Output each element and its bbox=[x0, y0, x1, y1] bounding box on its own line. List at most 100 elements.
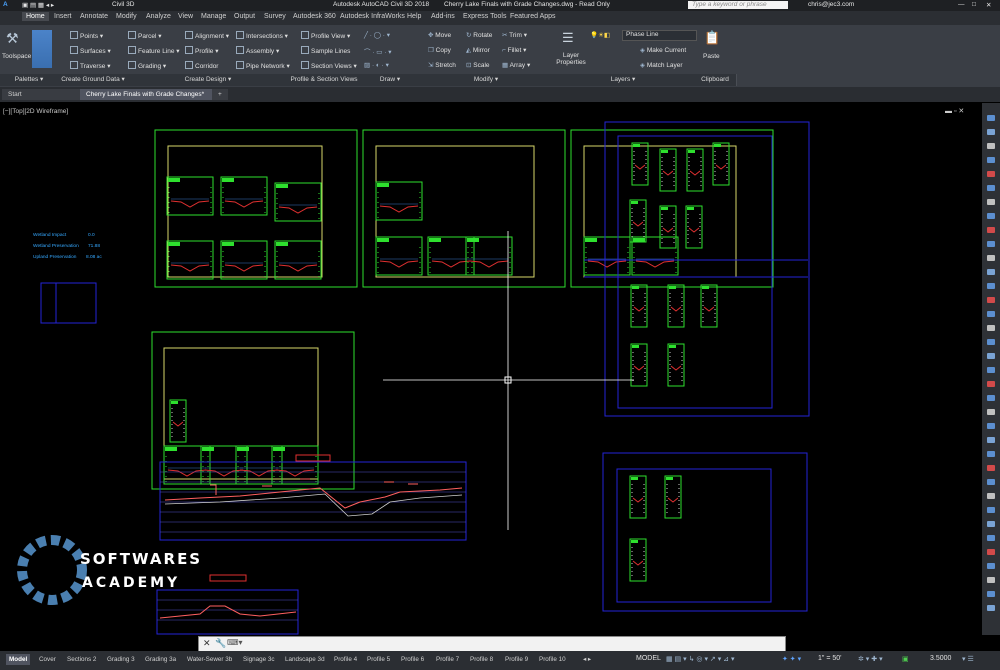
layout-tab-profile-5[interactable]: Profile 5 bbox=[364, 654, 393, 665]
tab-view[interactable]: View bbox=[178, 13, 193, 20]
sheet-frame-1[interactable] bbox=[154, 129, 358, 288]
tool-icon-27[interactable] bbox=[987, 479, 995, 485]
layout-tab-model[interactable]: Model bbox=[6, 654, 31, 665]
tab-analyze[interactable]: Analyze bbox=[146, 13, 171, 20]
quick-access-toolbar[interactable]: ▣ ▤ ▦ ◂ ▸ bbox=[22, 1, 54, 9]
copy-button[interactable]: ❐ Copy bbox=[428, 46, 451, 54]
tool-icon-11[interactable] bbox=[987, 255, 995, 261]
draw-hatch-icon[interactable]: ▨ · ◐ · ▾ bbox=[364, 61, 389, 69]
layer-properties-button[interactable]: Layer Properties bbox=[556, 52, 586, 66]
tab-home[interactable]: Home bbox=[22, 12, 49, 21]
tab-drawing[interactable]: Cherry Lake Finals with Grade Changes* bbox=[80, 89, 214, 100]
tab-featured-apps[interactable]: Featured Apps bbox=[510, 13, 556, 20]
close-icon[interactable]: ✕ bbox=[203, 638, 211, 649]
stretch-button[interactable]: ⇲ Stretch bbox=[428, 61, 456, 69]
tab-autodesk-360[interactable]: Autodesk 360 bbox=[293, 13, 336, 20]
tool-icon-33[interactable] bbox=[987, 563, 995, 569]
alignment-button[interactable]: Alignment ▾ bbox=[185, 31, 229, 40]
tool-icon-29[interactable] bbox=[987, 507, 995, 513]
grading-button[interactable]: Grading ▾ bbox=[128, 61, 166, 70]
fillet-button[interactable]: ⌐ Fillet ▾ bbox=[502, 46, 526, 54]
layout-tab-grading-3[interactable]: Grading 3 bbox=[104, 654, 138, 665]
annotation-scale[interactable]: 1" = 50' bbox=[818, 655, 841, 662]
points-button[interactable]: Points ▾ bbox=[70, 31, 103, 40]
tool-icon-34[interactable] bbox=[987, 577, 995, 583]
tool-icon-21[interactable] bbox=[987, 395, 995, 401]
tool-icon-1[interactable] bbox=[987, 115, 995, 121]
sample-lines-button[interactable]: Sample Lines bbox=[301, 46, 350, 55]
tool-icon-10[interactable] bbox=[987, 241, 995, 247]
panel-palettes[interactable]: Palettes ▾ bbox=[0, 74, 59, 86]
layout-tab-sections-2[interactable]: Sections 2 bbox=[64, 654, 99, 665]
scale-button[interactable]: ⊡ Scale bbox=[466, 61, 490, 69]
isolate-icon[interactable]: ▣ bbox=[902, 655, 909, 663]
profile-view-button[interactable]: Profile View ▾ bbox=[301, 31, 350, 40]
minimize-button[interactable]: — bbox=[958, 1, 965, 8]
rotate-button[interactable]: ↻ Rotate bbox=[466, 31, 492, 39]
profile-button[interactable]: Profile ▾ bbox=[185, 46, 219, 55]
corridor-button[interactable]: Corridor bbox=[185, 61, 218, 70]
tab-annotate[interactable]: Annotate bbox=[80, 13, 108, 20]
layout-tab-cover[interactable]: Cover bbox=[36, 654, 59, 665]
draw-line-icon[interactable]: ╱ · ◯ · ▾ bbox=[364, 31, 390, 39]
viewport-controls[interactable]: [−][Top][2D Wireframe] bbox=[3, 108, 68, 115]
customize-icons[interactable]: ▾ ☰ bbox=[962, 655, 974, 663]
layer-state-icons[interactable]: 💡☀◧ bbox=[590, 31, 610, 39]
layout-tab-signage-3c[interactable]: Signage 3c bbox=[240, 654, 278, 665]
tool-icon-23[interactable] bbox=[987, 423, 995, 429]
grid-snap-icons[interactable]: ▦ ▤ ▾ ↳ ◎ ▾ ↗ ▾ ⊿ ▾ bbox=[666, 655, 735, 663]
layout-tab-profile-9[interactable]: Profile 9 bbox=[502, 654, 531, 665]
tool-icon-2[interactable] bbox=[987, 129, 995, 135]
panel-draw[interactable]: Draw ▾ bbox=[360, 74, 421, 86]
tool-icon-20[interactable] bbox=[987, 381, 995, 387]
array-button[interactable]: ▦ Array ▾ bbox=[502, 61, 530, 69]
match-layer-button[interactable]: ◈ Match Layer bbox=[640, 61, 683, 69]
tool-icon-36[interactable] bbox=[987, 605, 995, 611]
viewport-window-controls[interactable]: ▬ ▫ ✕ bbox=[945, 107, 964, 115]
tool-icon-16[interactable] bbox=[987, 325, 995, 331]
layout-tab-landscape-3d[interactable]: Landscape 3d bbox=[282, 654, 328, 665]
close-button[interactable]: ✕ bbox=[986, 1, 991, 9]
parcel-button[interactable]: Parcel ▾ bbox=[128, 31, 162, 40]
tool-icon-25[interactable] bbox=[987, 451, 995, 457]
search-input[interactable]: Type a keyword or phrase bbox=[688, 1, 788, 9]
tab-express-tools[interactable]: Express Tools bbox=[463, 13, 506, 20]
mirror-button[interactable]: ◭ Mirror bbox=[466, 46, 490, 54]
feature-line-button[interactable]: Feature Line ▾ bbox=[128, 46, 180, 55]
sheet-frame-3[interactable] bbox=[570, 129, 774, 288]
layout-tab-profile-4[interactable]: Profile 4 bbox=[331, 654, 360, 665]
tab-add-ins[interactable]: Add-ins bbox=[431, 13, 455, 20]
panel-create-ground-data[interactable]: Create Ground Data ▾ bbox=[58, 74, 129, 86]
tab-modify[interactable]: Modify bbox=[116, 13, 137, 20]
tall-sections[interactable] bbox=[629, 142, 730, 582]
tool-icon-30[interactable] bbox=[987, 521, 995, 527]
model-space-toggle[interactable]: MODEL bbox=[636, 655, 661, 662]
command-line[interactable]: ✕ 🔧 ⌨▾ bbox=[198, 636, 786, 652]
panel-modify[interactable]: Modify ▾ bbox=[420, 74, 553, 86]
wrench-icon[interactable]: 🔧 bbox=[215, 638, 226, 649]
layout-tab-water-sewer-3b[interactable]: Water-Sewer 3b bbox=[184, 654, 235, 665]
surfaces-button[interactable]: Surfaces ▾ bbox=[70, 46, 111, 55]
tool-icon-13[interactable] bbox=[987, 283, 995, 289]
layout-tab-profile-6[interactable]: Profile 6 bbox=[398, 654, 427, 665]
workspace-icons[interactable]: ✲ ▾ ✚ ▾ bbox=[858, 655, 883, 663]
workspace-selector[interactable]: Civil 3D bbox=[112, 1, 134, 8]
tab-insert[interactable]: Insert bbox=[54, 13, 72, 20]
tab-output[interactable]: Output bbox=[234, 13, 255, 20]
layout-tab-nav[interactable]: ◂ ▸ bbox=[580, 654, 594, 665]
tab-survey[interactable]: Survey bbox=[264, 13, 286, 20]
tool-icon-28[interactable] bbox=[987, 493, 995, 499]
pipe-network-button[interactable]: Pipe Network ▾ bbox=[236, 61, 290, 70]
panel-create-design[interactable]: Create Design ▾ bbox=[128, 74, 289, 86]
tool-icon-26[interactable] bbox=[987, 465, 995, 471]
layout-tab-profile-7[interactable]: Profile 7 bbox=[433, 654, 462, 665]
trim-button[interactable]: ✂ Trim ▾ bbox=[502, 31, 527, 39]
layout-tab-grading-3a[interactable]: Grading 3a bbox=[142, 654, 179, 665]
panel-clipboard[interactable]: Clipboard bbox=[694, 74, 737, 86]
annotation-icons[interactable]: ✦ ✦ ▾ bbox=[782, 655, 801, 663]
toolspace-button[interactable]: Toolspace bbox=[2, 53, 31, 60]
tool-icon-5[interactable] bbox=[987, 171, 995, 177]
sheet-frame-2[interactable] bbox=[362, 129, 566, 288]
app-logo[interactable]: A bbox=[3, 1, 8, 8]
tool-icon-18[interactable] bbox=[987, 353, 995, 359]
